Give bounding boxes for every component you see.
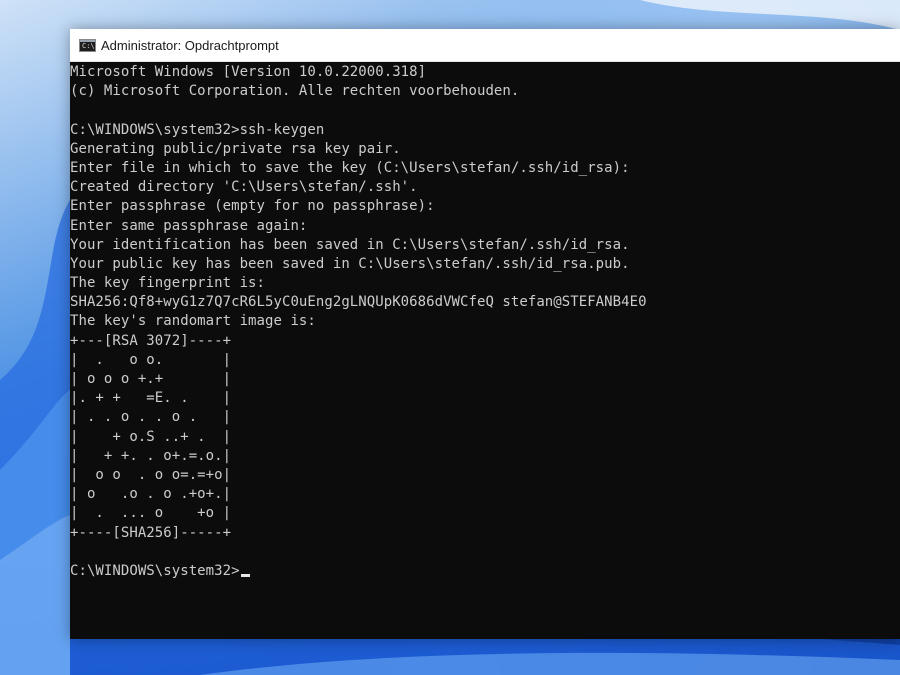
window-titlebar[interactable]: C:\ Administrator: Opdrachtprompt <box>70 29 900 62</box>
console-line: The key's randomart image is: <box>70 313 316 330</box>
console-line: +----[SHA256]-----+ <box>70 524 232 541</box>
console-line: The key fingerprint is: <box>70 275 266 292</box>
console-line: Microsoft Windows [Version 10.0.22000.31… <box>70 64 427 80</box>
console-line: | . . o . . o . | <box>70 409 232 426</box>
console-line: Enter passphrase (empty for no passphras… <box>70 198 435 215</box>
console-line: |. + + =E. . | <box>70 390 232 407</box>
console-line: | o o . o o=.=+o| <box>70 466 232 483</box>
console-line: Created directory 'C:\Users\stefan/.ssh'… <box>70 179 418 196</box>
console-prompt-line[interactable]: C:\WINDOWS\system32> <box>70 562 647 581</box>
console-line: Your public key has been saved in C:\Use… <box>70 255 630 272</box>
console-line: +---[RSA 3072]----+ <box>70 332 232 349</box>
console-line: | + o.S ..+ . | <box>70 428 232 445</box>
console-line: | . ... o +o | <box>70 505 232 522</box>
command-prompt-window[interactable]: C:\ Administrator: Opdrachtprompt Micros… <box>70 29 900 639</box>
console-line: Your identification has been saved in C:… <box>70 236 630 253</box>
console-line: | o o o +.+ | <box>70 371 232 387</box>
console-line: | o .o . o .+o+.| <box>70 486 232 503</box>
console-line: Enter file in which to save the key (C:\… <box>70 159 630 176</box>
console-line: Enter same passphrase again: <box>70 217 308 234</box>
console-line: (c) Microsoft Corporation. Alle rechten … <box>70 83 520 100</box>
window-title: Administrator: Opdrachtprompt <box>101 38 279 53</box>
text-cursor <box>240 573 250 577</box>
console-line: C:\WINDOWS\system32>ssh-keygen <box>70 121 325 138</box>
console-line: | + +. . o+.=.o.| <box>70 447 232 464</box>
console-line: | . o o. | <box>70 351 232 368</box>
console-line: Generating public/private rsa key pair. <box>70 140 401 157</box>
console-prompt: C:\WINDOWS\system32> <box>70 562 240 579</box>
console-line: SHA256:Qf8+wyG1z7Q7cR6L5yC0uEng2gLNQUpK0… <box>70 294 647 311</box>
cmd-icon[interactable]: C:\ <box>79 39 96 52</box>
console-output: Microsoft Windows [Version 10.0.22000.31… <box>70 63 647 581</box>
console-area[interactable]: Microsoft Windows [Version 10.0.22000.31… <box>70 62 900 639</box>
